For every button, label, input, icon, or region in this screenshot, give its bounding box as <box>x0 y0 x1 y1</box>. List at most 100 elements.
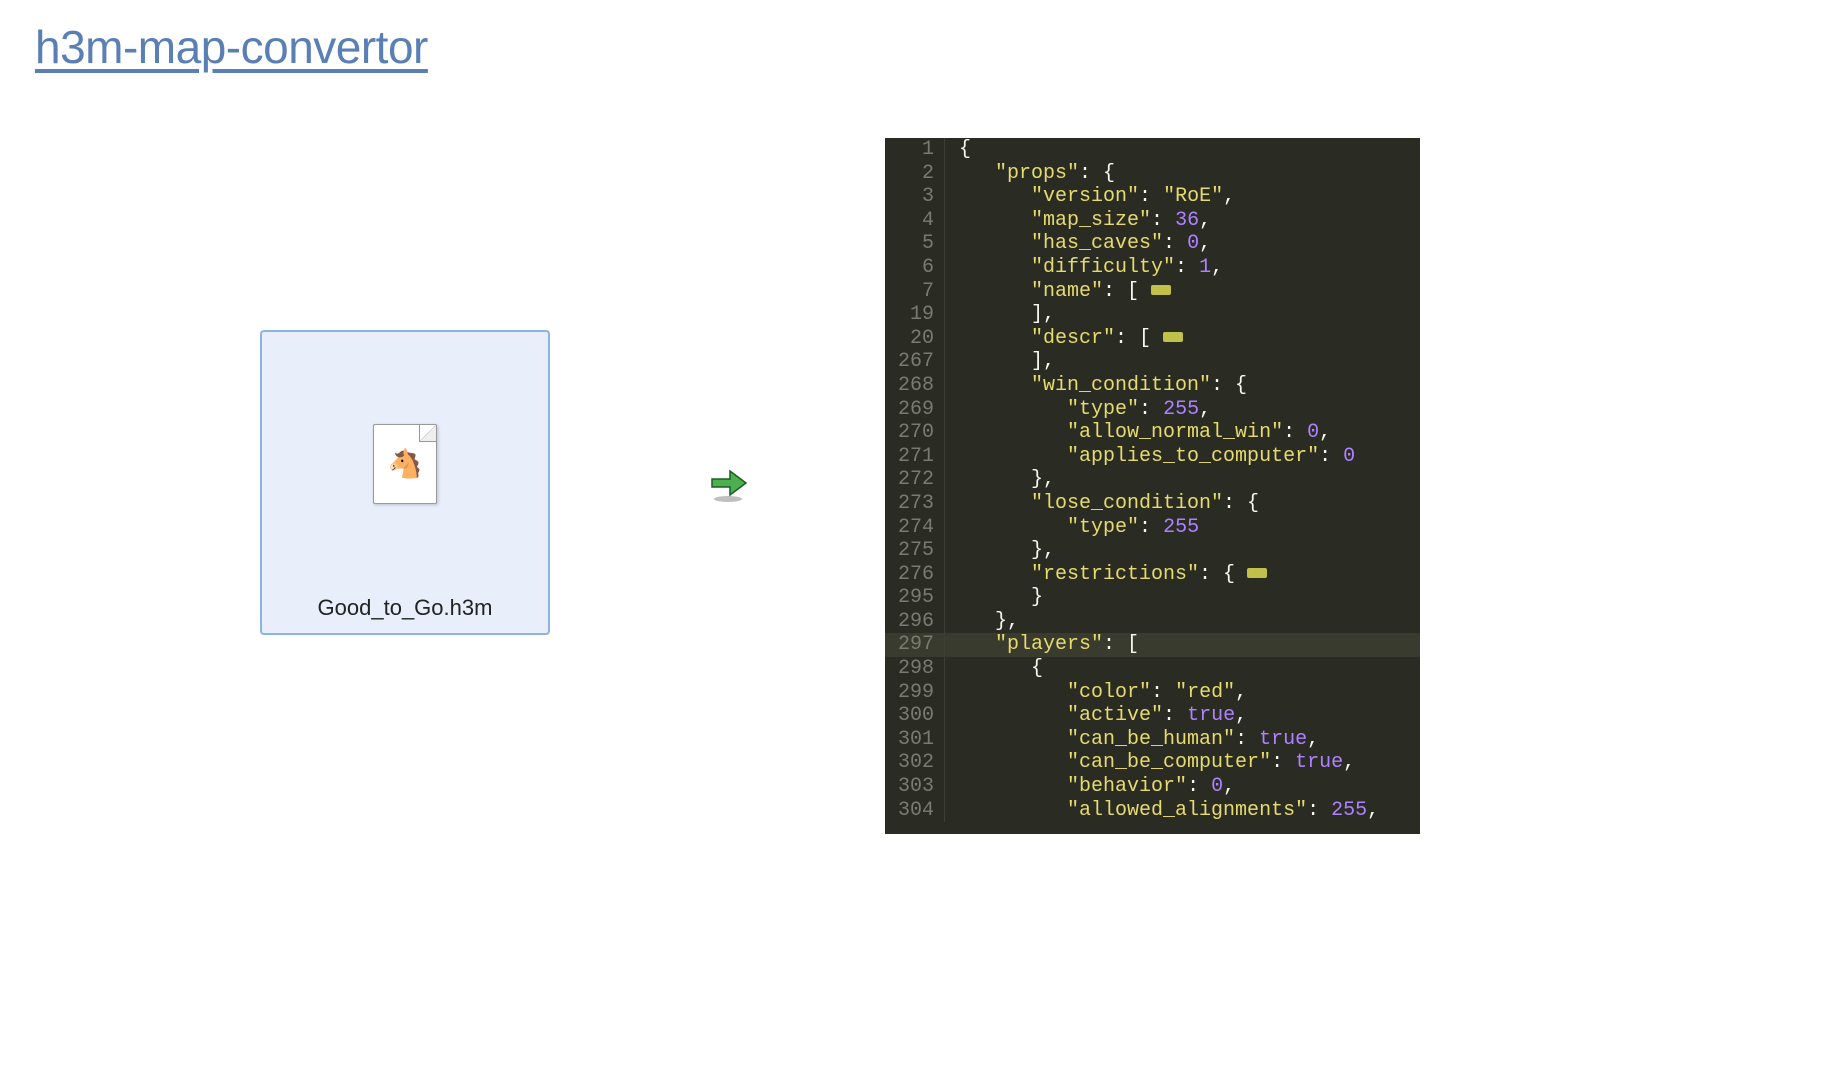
token-indent <box>959 232 1031 255</box>
token-punct: : <box>1307 799 1331 822</box>
token-indent <box>959 539 1031 562</box>
token-indent <box>959 681 1067 704</box>
code-line[interactable]: 4 "map_size": 36, <box>885 209 1420 233</box>
token-punct: , <box>1307 728 1319 751</box>
code-content: "props": { <box>945 162 1115 186</box>
code-line[interactable]: 274 "type": 255 <box>885 516 1420 540</box>
line-number: 276 <box>885 563 945 587</box>
fold-marker-icon[interactable] <box>1151 285 1171 295</box>
code-line[interactable]: 7 "name": [ <box>885 280 1420 304</box>
line-number: 304 <box>885 799 945 823</box>
code-line[interactable]: 298 { <box>885 657 1420 681</box>
token-punct: : <box>1319 445 1343 468</box>
token-str: "red" <box>1175 681 1235 704</box>
code-content: "has_caves": 0, <box>945 232 1211 256</box>
fold-marker-icon[interactable] <box>1163 332 1183 342</box>
line-number: 4 <box>885 209 945 233</box>
token-num: 36 <box>1175 209 1199 232</box>
line-number: 303 <box>885 775 945 799</box>
token-key: "type" <box>1067 398 1139 421</box>
line-number: 274 <box>885 516 945 540</box>
code-line[interactable]: 270 "allow_normal_win": 0, <box>885 421 1420 445</box>
token-indent <box>959 492 1031 515</box>
code-line[interactable]: 295 } <box>885 586 1420 610</box>
token-key: "map_size" <box>1031 209 1151 232</box>
file-tile[interactable]: 🐴 Good_to_Go.h3m <box>260 330 550 635</box>
token-punct: }, <box>995 610 1019 633</box>
code-content: "players": [ <box>945 633 1139 657</box>
token-num: 255 <box>1331 799 1367 822</box>
token-key: "can_be_computer" <box>1067 751 1271 774</box>
line-number: 6 <box>885 256 945 280</box>
code-line[interactable]: 302 "can_be_computer": true, <box>885 751 1420 775</box>
token-indent <box>959 775 1067 798</box>
code-line[interactable]: 275 }, <box>885 539 1420 563</box>
token-indent <box>959 209 1031 232</box>
code-line[interactable]: 303 "behavior": 0, <box>885 775 1420 799</box>
code-line[interactable]: 3 "version": "RoE", <box>885 185 1420 209</box>
code-line[interactable]: 304 "allowed_alignments": 255, <box>885 799 1420 823</box>
token-punct: : <box>1271 751 1295 774</box>
token-key: "type" <box>1067 516 1139 539</box>
token-key: "allowed_alignments" <box>1067 799 1307 822</box>
line-number: 272 <box>885 468 945 492</box>
code-line[interactable]: 271 "applies_to_computer": 0 <box>885 445 1420 469</box>
code-line[interactable]: 2 "props": { <box>885 162 1420 186</box>
code-line[interactable]: 269 "type": 255, <box>885 398 1420 422</box>
token-indent <box>959 303 1031 326</box>
code-line[interactable]: 276 "restrictions": { <box>885 563 1420 587</box>
code-line[interactable]: 19 ], <box>885 303 1420 327</box>
code-line[interactable]: 300 "active": true, <box>885 704 1420 728</box>
code-line[interactable]: 273 "lose_condition": { <box>885 492 1420 516</box>
token-key: "can_be_human" <box>1067 728 1235 751</box>
code-editor[interactable]: 1{2 "props": {3 "version": "RoE",4 "map_… <box>885 138 1420 834</box>
token-punct: , <box>1223 775 1235 798</box>
code-line[interactable]: 1{ <box>885 138 1420 162</box>
code-line[interactable]: 5 "has_caves": 0, <box>885 232 1420 256</box>
token-punct: : [ <box>1103 633 1139 656</box>
token-punct: { <box>959 138 971 161</box>
token-str: "RoE" <box>1163 185 1223 208</box>
code-content: "type": 255 <box>945 516 1199 540</box>
code-line[interactable]: 6 "difficulty": 1, <box>885 256 1420 280</box>
token-punct: : { <box>1211 374 1247 397</box>
code-line[interactable]: 299 "color": "red", <box>885 681 1420 705</box>
token-punct: , <box>1199 398 1211 421</box>
line-number: 3 <box>885 185 945 209</box>
token-indent <box>959 468 1031 491</box>
line-number: 275 <box>885 539 945 563</box>
code-content: }, <box>945 539 1055 563</box>
line-number: 19 <box>885 303 945 327</box>
line-number: 2 <box>885 162 945 186</box>
code-content: "descr": [ <box>945 327 1183 351</box>
token-punct: , <box>1319 421 1331 444</box>
code-content: "can_be_computer": true, <box>945 751 1355 775</box>
token-punct: }, <box>1031 539 1055 562</box>
token-punct: : <box>1139 185 1163 208</box>
code-line[interactable]: 297 "players": [ <box>885 633 1420 657</box>
arrow-right-icon <box>708 465 750 507</box>
token-punct: : <box>1151 209 1175 232</box>
code-content: "behavior": 0, <box>945 775 1235 799</box>
code-line[interactable]: 296 }, <box>885 610 1420 634</box>
token-punct: : <box>1235 728 1259 751</box>
token-punct: : <box>1151 681 1175 704</box>
token-punct: : [ <box>1103 280 1151 303</box>
code-line[interactable]: 268 "win_condition": { <box>885 374 1420 398</box>
token-num: 0 <box>1211 775 1223 798</box>
line-number: 267 <box>885 350 945 374</box>
code-line[interactable]: 20 "descr": [ <box>885 327 1420 351</box>
code-content: "type": 255, <box>945 398 1211 422</box>
token-punct: : <box>1283 421 1307 444</box>
token-punct: } <box>1031 586 1043 609</box>
token-num: 0 <box>1307 421 1319 444</box>
code-line[interactable]: 272 }, <box>885 468 1420 492</box>
code-content: "win_condition": { <box>945 374 1247 398</box>
fold-marker-icon[interactable] <box>1247 568 1267 578</box>
page-title[interactable]: h3m-map-convertor <box>35 20 428 74</box>
code-line[interactable]: 301 "can_be_human": true, <box>885 728 1420 752</box>
code-line[interactable]: 267 ], <box>885 350 1420 374</box>
token-punct: : <box>1139 398 1163 421</box>
code-content: "color": "red", <box>945 681 1247 705</box>
line-number: 295 <box>885 586 945 610</box>
